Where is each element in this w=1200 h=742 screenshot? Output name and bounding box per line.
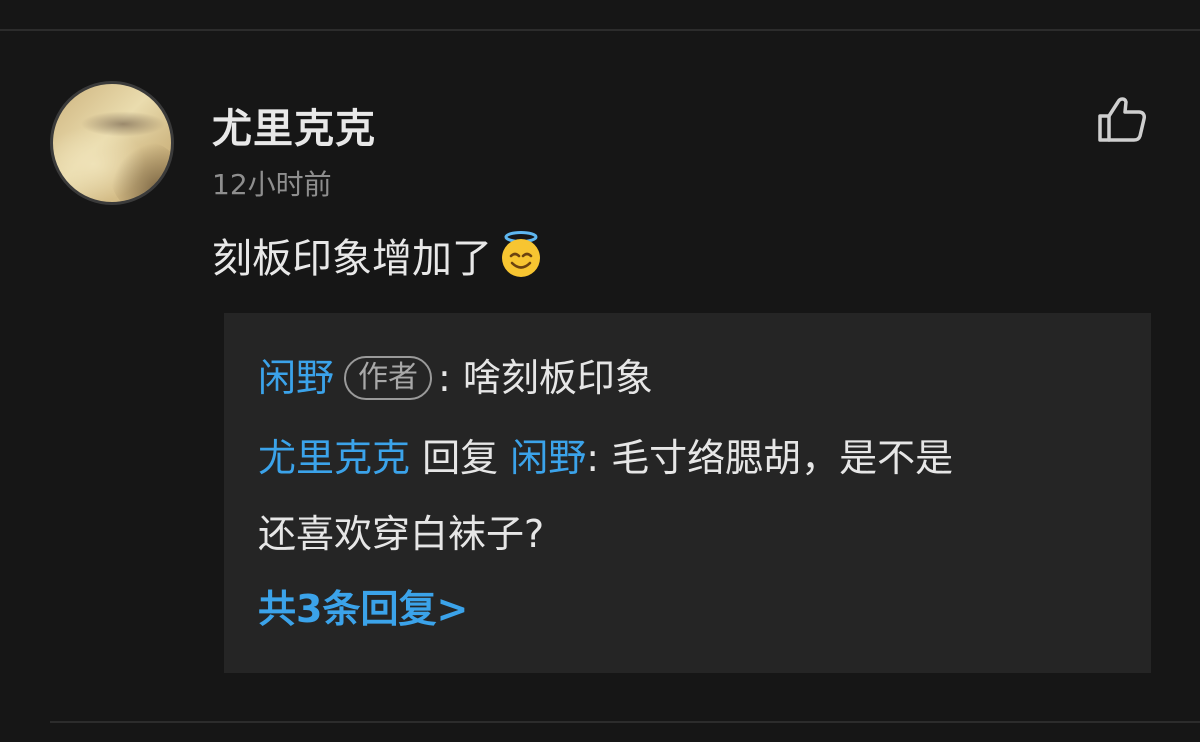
- avatar[interactable]: [50, 81, 174, 205]
- reply-item-1: 闲野 作者: 啥刻板印象: [258, 353, 653, 403]
- reply-target[interactable]: 闲野: [510, 436, 586, 480]
- comment-timestamp: 12小时前: [212, 168, 332, 201]
- reply-text: 啥刻板印象: [462, 356, 653, 400]
- thumbs-up-icon: [1098, 97, 1146, 142]
- reply-word: 回复: [410, 436, 511, 480]
- bottom-divider: [50, 721, 1200, 723]
- comment-body: 刻板印象增加了: [212, 226, 546, 284]
- smiling-face-with-halo-icon: [502, 231, 540, 277]
- reply-author[interactable]: 闲野: [258, 356, 334, 400]
- comment-text: 刻板印象增加了: [212, 236, 492, 282]
- comment-username[interactable]: 尤里克克: [212, 96, 376, 154]
- reply-text-continued: 还喜欢穿白袜子?: [258, 512, 545, 556]
- reply-item-2: 尤里克克 回复 闲野: 毛寸络腮胡，是不是: [258, 433, 953, 483]
- like-button[interactable]: [1094, 92, 1150, 148]
- reply-separator: :: [438, 356, 463, 400]
- reply-preview-box[interactable]: 闲野 作者: 啥刻板印象 尤里克克 回复 闲野: 毛寸络腮胡，是不是 还喜欢穿白袜…: [224, 313, 1151, 673]
- author-badge: 作者: [344, 356, 433, 400]
- view-all-replies-link[interactable]: 共3条回复>: [258, 584, 468, 634]
- reply-text: 毛寸络腮胡，是不是: [611, 436, 954, 480]
- reply-item-2-continued: 还喜欢穿白袜子?: [258, 509, 544, 559]
- reply-author[interactable]: 尤里克克: [258, 436, 410, 480]
- reply-separator: :: [586, 436, 612, 480]
- top-divider: [0, 29, 1200, 31]
- avatar-shade: [111, 142, 171, 202]
